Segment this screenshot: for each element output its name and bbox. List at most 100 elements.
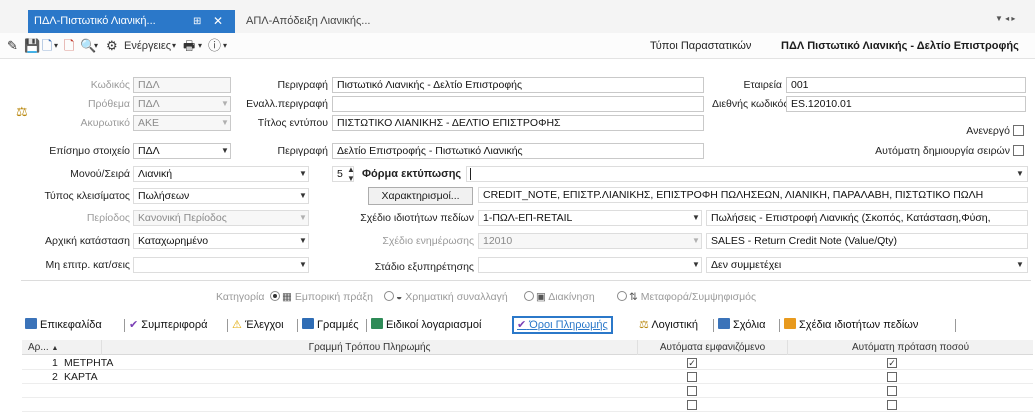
- accounts-icon: [371, 318, 383, 329]
- not-participate-field[interactable]: Δεν συμμετέχει: [706, 257, 1028, 273]
- payment-line-name: ΜΕΤΡΗΤΑ: [64, 357, 114, 369]
- closing-type-field[interactable]: Πωλήσεων: [133, 188, 309, 204]
- auto-show-checkbox[interactable]: [687, 372, 697, 382]
- table-row[interactable]: 2 ΚΑΡΤΑ: [22, 370, 1033, 384]
- subtab-label: Σχέδια ιδιοτήτων πεδίων: [799, 319, 919, 331]
- table-row[interactable]: [22, 384, 1033, 398]
- ledger-icon: ▦: [282, 291, 292, 303]
- pin-icon[interactable]: ⊞: [193, 10, 201, 33]
- auto-amount-checkbox[interactable]: [887, 386, 897, 396]
- edit-pencil-icon[interactable]: ✎: [7, 38, 18, 54]
- chevron-down-icon[interactable]: ▼: [299, 166, 307, 182]
- description2-field[interactable]: Δελτίο Επιστροφής - Πιστωτικό Λιανικής: [332, 143, 704, 159]
- column-header-number[interactable]: Αρ... ▲: [22, 340, 102, 355]
- subtab-payment-terms[interactable]: ✔ Όροι Πληρωμής: [512, 316, 613, 334]
- table-row[interactable]: 1 ΜΕΤΡΗΤΑ ✓ ✓: [22, 356, 1033, 370]
- company-field[interactable]: 001: [786, 77, 1026, 93]
- prefix-field[interactable]: ΠΔΛ: [133, 96, 231, 112]
- doc-types-label: Τύποι Παραστατικών: [650, 40, 752, 52]
- auto-amount-checkbox[interactable]: [887, 372, 897, 382]
- tab-scroll-arrows[interactable]: ▼ ◂ ▸: [995, 14, 1035, 23]
- unit-series-field[interactable]: Λιανική: [133, 166, 309, 182]
- category-option-label: Διακίνηση: [548, 291, 595, 303]
- copies-spinner-icon[interactable]: ▲ ▼: [347, 165, 355, 183]
- chevron-down-icon[interactable]: ▾: [198, 38, 202, 54]
- characterizations-button[interactable]: Χαρακτηρισμοί...: [368, 187, 473, 205]
- subtab-field-props[interactable]: Σχέδια ιδιοτήτων πεδίων: [784, 316, 918, 334]
- code-field[interactable]: ΠΔΛ: [133, 77, 231, 93]
- description-field[interactable]: Πιστωτικό Λιανικής - Δελτίο Επιστροφής: [332, 77, 704, 93]
- subtab-header[interactable]: Επικεφαλίδα: [25, 316, 102, 334]
- subtab-label: Συμπεριφορά: [141, 319, 208, 331]
- print-form-field[interactable]: [466, 166, 1028, 182]
- cancel-field[interactable]: ΑΚΕ: [133, 115, 231, 131]
- category-transfer-radio[interactable]: ⇅ Μεταφορά/Συμψηφισμός: [617, 290, 756, 304]
- accounting-icon: ⚖: [639, 319, 649, 331]
- subtab-checks[interactable]: ⚠ Έλεγχοι: [232, 316, 284, 334]
- new-document-icon[interactable]: 🗋: [42, 38, 52, 54]
- subtab-behavior[interactable]: ✔ Συμπεριφορά: [129, 316, 208, 334]
- update-plan-field[interactable]: 12010: [478, 233, 702, 249]
- auto-show-checkbox[interactable]: [687, 386, 697, 396]
- intl-code-field[interactable]: ES.12010.01: [786, 96, 1026, 112]
- field-props-plan-field[interactable]: 1-ΠΩΛ-ΕΠ-RETAIL: [478, 210, 702, 226]
- auto-show-checkbox[interactable]: [687, 400, 697, 410]
- chevron-down-icon[interactable]: ▼: [692, 233, 700, 249]
- auto-amount-checkbox[interactable]: ✓: [887, 358, 897, 368]
- actions-icon[interactable]: ⚙: [106, 38, 118, 54]
- actions-menu[interactable]: Ενέργειες: [124, 38, 171, 54]
- chevron-down-icon[interactable]: ▼: [299, 233, 307, 249]
- chevron-down-icon[interactable]: ▾: [94, 38, 98, 54]
- auto-amount-checkbox[interactable]: [887, 400, 897, 410]
- category-commercial-radio[interactable]: ▦ Εμπορική πράξη: [270, 290, 373, 304]
- chevron-down-icon[interactable]: ▾: [223, 38, 227, 54]
- table-row[interactable]: [22, 398, 1033, 412]
- initial-state-field[interactable]: Καταχωρημένο: [133, 233, 309, 249]
- chevron-down-icon[interactable]: ▼: [221, 115, 229, 131]
- tab-credit-retail[interactable]: ΠΔΛ-Πιστωτικό Λιανική... ⊞ ✕: [28, 10, 235, 33]
- close-icon[interactable]: ✕: [213, 10, 223, 33]
- category-label: Κατηγορία: [216, 291, 265, 303]
- category-option-label: Χρηματική συναλλαγή: [405, 291, 508, 303]
- help-icon[interactable]: ⓘ: [208, 38, 221, 54]
- alt-description-field[interactable]: [332, 96, 704, 112]
- auto-series-checkbox[interactable]: [1013, 145, 1024, 156]
- no-permit-field[interactable]: [133, 257, 309, 273]
- subtab-lines[interactable]: Γραμμές: [302, 316, 359, 334]
- chevron-down-icon[interactable]: ▾: [172, 38, 176, 54]
- delete-document-icon[interactable]: 🗋: [64, 38, 74, 54]
- unit-series-label: Μονού/Σειρά: [70, 168, 130, 180]
- category-financial-radio[interactable]: ◒ Χρηματική συναλλαγή: [384, 290, 508, 304]
- tab-retail-receipt[interactable]: ΑΠΛ-Απόδειξη Λιανικής...: [240, 10, 390, 33]
- print-title-field[interactable]: ΠΙΣΤΩΤΙΚΟ ΛΙΑΝΙΚΗΣ - ΔΕΛΤΙΟ ΕΠΙΣΤΡΟΦΗΣ: [332, 115, 704, 131]
- category-movement-radio[interactable]: ▣ Διακίνηση: [524, 290, 595, 304]
- subtab-label: Έλεγχοι: [244, 319, 284, 331]
- chevron-down-icon[interactable]: ▼: [221, 96, 229, 112]
- column-header-auto-show[interactable]: Αυτόματα εμφανιζόμενο: [638, 340, 788, 355]
- official-field[interactable]: ΠΔΛ: [133, 143, 231, 159]
- print-icon[interactable]: 🖶: [183, 38, 195, 54]
- chevron-down-icon[interactable]: ▼: [221, 143, 229, 159]
- save-icon[interactable]: 💾: [24, 38, 40, 54]
- auto-show-checkbox[interactable]: ✓: [687, 358, 697, 368]
- chevron-down-icon[interactable]: ▼: [299, 257, 307, 273]
- service-stage-field[interactable]: [478, 257, 702, 273]
- chevron-down-icon[interactable]: ▼: [692, 257, 700, 273]
- chevron-down-icon[interactable]: ▼: [1016, 257, 1024, 273]
- subtab-label: Επικεφαλίδα: [40, 319, 102, 331]
- subtab-special-accounts[interactable]: Ειδικοί λογαριασμοί: [371, 316, 481, 334]
- chevron-down-icon[interactable]: ▼: [692, 210, 700, 226]
- chevron-down-icon[interactable]: ▼: [299, 188, 307, 204]
- chevron-down-icon[interactable]: ▼: [299, 210, 307, 226]
- column-header-auto-amount[interactable]: Αυτόματη πρόταση ποσού: [788, 340, 1033, 355]
- column-header-payment-line[interactable]: Γραμμή Τρόπου Πληρωμής: [102, 340, 638, 355]
- subtab-label: Λογιστική: [651, 319, 698, 331]
- period-field[interactable]: Κανονική Περίοδος: [133, 210, 309, 226]
- prefix-label: Πρόθεμα: [87, 98, 130, 110]
- inactive-checkbox[interactable]: [1013, 125, 1024, 136]
- chevron-down-icon[interactable]: ▼: [1016, 166, 1024, 182]
- subtab-accounting[interactable]: ⚖ Λογιστική: [639, 316, 698, 334]
- chevron-down-icon[interactable]: ▾: [54, 38, 58, 54]
- characterizations-field[interactable]: CREDIT_NOTE, ΕΠΙΣΤΡ.ΛΙΑΝΙΚΗΣ, ΕΠΙΣΤΡΟΦΗ …: [478, 187, 1028, 203]
- subtab-comments[interactable]: Σχόλια: [718, 316, 766, 334]
